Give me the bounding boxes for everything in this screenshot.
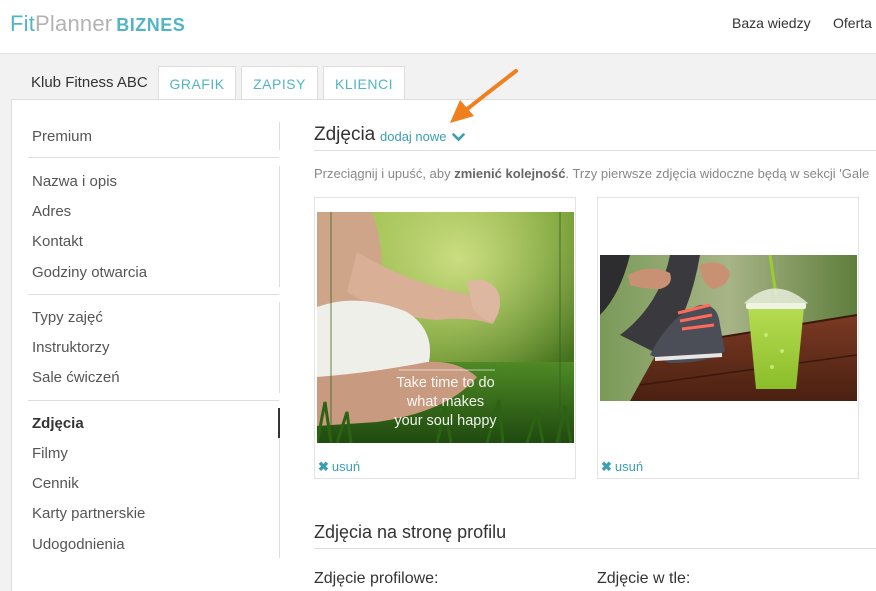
sidebar-item-instructors[interactable]: Instruktorzy — [32, 339, 110, 356]
sidebar-item-rooms[interactable]: Sale ćwiczeń — [32, 369, 120, 386]
section-divider — [314, 548, 876, 549]
profile-photo-label: Zdjęcie profilowe: — [314, 570, 439, 587]
sidebar-item-name-description[interactable]: Nazwa i opis — [32, 173, 117, 190]
close-icon: ✖ — [601, 459, 612, 474]
section-title-photos: Zdjęcia — [314, 124, 376, 145]
sidebar-separator-line — [279, 302, 280, 393]
photo-shoe-smoothie-image[interactable] — [600, 255, 857, 401]
add-new-label: dodaj nowe — [380, 129, 447, 144]
club-name: Klub Fitness ABC — [31, 74, 148, 91]
remove-label: usuń — [614, 459, 644, 474]
close-icon: ✖ — [318, 459, 329, 474]
photo-card[interactable]: ✖ usuń — [597, 197, 859, 479]
sidebar-active-indicator — [278, 408, 280, 438]
chevron-down-icon — [452, 130, 465, 145]
photo-caption-overlay: Take time to do what makes your soul hap… — [317, 374, 574, 431]
sidebar-item-class-types[interactable]: Typy zajęć — [32, 309, 103, 326]
sidebar-separator-line — [279, 122, 280, 150]
reorder-hint: Przeciągnij i upuść, aby zmienić kolejno… — [314, 166, 876, 181]
sidebar-item-contact[interactable]: Kontakt — [32, 233, 83, 250]
logo-fit: Fit — [10, 11, 36, 36]
caption-line: what makes — [406, 394, 485, 410]
tab-grafik[interactable]: GRAFIK — [158, 66, 236, 100]
sidebar-item-amenities[interactable]: Udogodnienia — [32, 536, 125, 553]
sidebar-item-premium[interactable]: Premium — [32, 128, 92, 145]
nav-knowledge-base[interactable]: Baza wiedzy — [732, 15, 811, 31]
remove-photo-button[interactable]: ✖ usuń — [601, 459, 643, 475]
sidebar-item-address[interactable]: Adres — [32, 203, 71, 220]
tab-klienci[interactable]: KLIENCI — [323, 66, 405, 100]
photo-card[interactable]: Take time to do what makes your soul hap… — [314, 197, 576, 479]
top-bar: FitPlanner BIZNES Baza wiedzy Oferta — [0, 0, 876, 54]
add-new-photo-link[interactable]: dodaj nowe — [380, 129, 465, 145]
tab-zapisy[interactable]: ZAPISY — [241, 66, 318, 100]
caption-line: your soul happy — [394, 413, 497, 429]
caption-line: Take time to do — [396, 375, 495, 391]
hint-bold-text: zmienić kolejność — [454, 166, 566, 181]
remove-photo-button[interactable]: ✖ usuń — [318, 459, 360, 475]
sidebar-item-videos[interactable]: Filmy — [32, 445, 68, 462]
sidebar-divider — [28, 294, 279, 295]
section-divider — [314, 150, 876, 151]
logo-biznes: BIZNES — [116, 15, 186, 35]
background-photo-label: Zdjęcie w tle: — [597, 570, 691, 587]
arrow-annotation-icon — [446, 68, 520, 126]
sidebar-item-photos[interactable]: Zdjęcia — [32, 415, 84, 432]
sidebar-separator-line — [279, 438, 280, 558]
section-title-profile-photos: Zdjęcia na stronę profilu — [314, 522, 507, 542]
sidebar-separator-line — [279, 166, 280, 287]
logo-planner: Planner — [35, 11, 113, 36]
logo[interactable]: FitPlanner BIZNES — [10, 11, 185, 37]
nav-offer[interactable]: Oferta — [833, 15, 872, 31]
sidebar-divider — [28, 400, 279, 401]
hint-text: . Trzy pierwsze zdjęcia widoczne będą w … — [565, 166, 870, 181]
sidebar-item-opening-hours[interactable]: Godziny otwarcia — [32, 264, 147, 281]
photo-yoga-image[interactable]: Take time to do what makes your soul hap… — [317, 212, 574, 443]
sidebar-divider — [28, 157, 279, 158]
sidebar-item-partner-cards[interactable]: Karty partnerskie — [32, 505, 145, 522]
hint-text: Przeciągnij i upuść, aby — [314, 166, 455, 181]
remove-label: usuń — [331, 459, 361, 474]
sidebar-item-pricing[interactable]: Cennik — [32, 475, 79, 492]
